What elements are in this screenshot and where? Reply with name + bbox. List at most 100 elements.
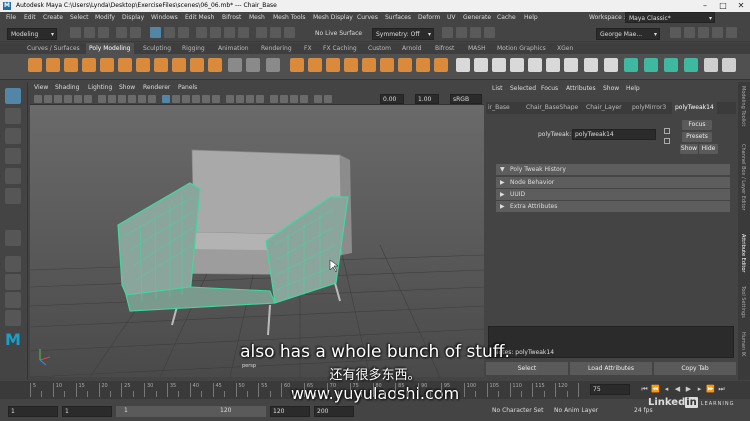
animation-start-field[interactable]: 1 [8,406,58,417]
undo-icon[interactable] [116,27,127,38]
viewport-menu-show[interactable]: Show [119,82,135,93]
ipr-render-icon[interactable] [284,27,295,38]
new-scene-icon[interactable] [70,27,81,38]
move-tool-icon[interactable] [5,148,21,164]
section-poly-tweak-history[interactable]: ▼ Poly Tweak History [496,164,730,175]
render-icon[interactable] [270,27,281,38]
playback-end-field[interactable]: 120 [270,406,310,417]
shelf-tab-sculpting[interactable]: Sculpting [143,43,171,54]
connect-icon[interactable] [564,58,578,72]
poly-cylinder-icon[interactable] [64,58,78,72]
redo-icon[interactable] [130,27,141,38]
xray-joints-icon[interactable] [290,95,298,103]
ae-menu-show[interactable]: Show [603,82,619,95]
character-set-dropdown[interactable]: No Character Set [490,406,548,417]
last-tool-icon[interactable] [5,230,21,246]
shelf-tab-curves-surfaces[interactable]: Curves / Surfaces [27,43,80,54]
perspective-viewport[interactable]: persp [30,105,484,377]
smooth-shade-icon[interactable] [172,95,180,103]
insert-edge-loop-icon[interactable] [604,58,618,72]
poly-cone-icon[interactable] [82,58,96,72]
menu-uv[interactable]: UV [447,12,456,24]
channel-box-icon[interactable] [684,27,695,38]
use-all-lights-icon[interactable] [202,95,210,103]
shelf-tab-xgen[interactable]: XGen [557,43,573,54]
select-camera-icon[interactable] [34,95,42,103]
ae-menu-selected[interactable]: Selected [510,82,536,95]
menu-edit[interactable]: Edit [24,12,36,24]
viewport-menu-shading[interactable]: Shading [55,82,79,93]
menu-mesh-tools[interactable]: Mesh Tools [273,12,305,24]
exposure-icon[interactable] [324,95,332,103]
open-scene-icon[interactable] [84,27,95,38]
snap-curve-icon[interactable] [210,27,221,38]
hide-button[interactable]: Hide [699,144,718,154]
quad-draw-icon[interactable] [584,58,598,72]
section-extra-attributes[interactable]: ▶ Extra Attributes [496,201,730,212]
select-tool-icon[interactable] [5,88,21,104]
menu-deform[interactable]: Deform [418,12,440,24]
snap-grid-icon[interactable] [196,27,207,38]
viewport-menu-renderer[interactable]: Renderer [143,82,170,93]
hypershade-icon[interactable] [470,27,481,38]
tab-polymirror3[interactable]: polyMirror3 [632,102,666,114]
scale-tool-icon[interactable] [5,188,21,204]
persp-outliner-layout-icon[interactable] [5,292,21,308]
shelf-tab-fx[interactable]: FX [304,43,312,54]
minimize-icon[interactable]: – [696,0,714,12]
menu-curves[interactable]: Curves [357,12,378,24]
smooth-icon[interactable] [308,58,322,72]
menu-mesh-display[interactable]: Mesh Display [313,12,353,24]
color-management-icon[interactable] [314,95,322,103]
render-settings-icon[interactable] [456,27,467,38]
platonic-solid-icon[interactable] [154,58,168,72]
motion-blur-icon[interactable] [236,95,244,103]
depth-of-field-icon[interactable] [256,95,264,103]
tab-polytweak14[interactable]: polyTweak14 [672,102,717,114]
reduce-icon[interactable] [398,58,412,72]
save-scene-icon[interactable] [98,27,109,38]
tab-chair-base[interactable]: ir_Base [488,102,510,114]
workspace-dropdown[interactable]: Maya Classic* ▾ [625,12,715,23]
shelf-tab-custom[interactable]: Custom [368,43,391,54]
shelf-tab-animation[interactable]: Animation [218,43,249,54]
ae-menu-list[interactable]: List [492,82,503,95]
go-to-input-icon[interactable] [664,128,670,134]
automatic-uv-icon[interactable] [684,58,698,72]
ae-menu-focus[interactable]: Focus [541,82,558,95]
menu-bifrost[interactable]: Bifrost [222,12,241,24]
combine-icon[interactable] [266,58,280,72]
fill-hole-icon[interactable] [380,58,394,72]
shadows-icon[interactable] [212,95,220,103]
rotate-tool-icon[interactable] [5,168,21,184]
boolean-icon[interactable] [326,58,340,72]
isolate-select-icon[interactable] [270,95,278,103]
poly-svg-icon[interactable] [246,58,260,72]
shelf-tab-poly-modeling[interactable]: Poly Modeling [86,43,134,54]
append-polygon-icon[interactable] [510,58,524,72]
resolution-gate-icon[interactable] [118,95,126,103]
planar-uv-icon[interactable] [624,58,638,72]
menu-create[interactable]: Create [43,12,63,24]
viewport-menu-view[interactable]: View [34,82,48,93]
ae-menu-help[interactable]: Help [626,82,640,95]
menu-mesh[interactable]: Mesh [249,12,265,24]
menu-cache[interactable]: Cache [497,12,516,24]
arnold-render-icon[interactable] [484,27,495,38]
modeling-toolkit-icon[interactable] [670,27,681,38]
anti-aliasing-icon[interactable] [246,95,254,103]
maximize-icon[interactable]: □ [714,0,732,12]
gamma-field[interactable]: 1.00 [415,94,439,104]
menu-display[interactable]: Display [122,12,144,24]
outliner-icon[interactable] [726,27,737,38]
shelf-tab-arnold[interactable]: Arnold [402,43,421,54]
show-button[interactable]: Show [680,144,698,154]
bridge-icon[interactable] [474,58,488,72]
select-by-hierarchy-icon[interactable] [150,27,161,38]
select-by-object-icon[interactable] [164,27,175,38]
tab-chair-baseshape[interactable]: Chair_BaseShape [526,102,578,114]
super-shape-icon[interactable] [228,58,242,72]
safe-action-icon[interactable] [148,95,156,103]
section-node-behavior[interactable]: ▶ Node Behavior [496,177,730,188]
viewport-menu-lighting[interactable]: Lighting [88,82,112,93]
